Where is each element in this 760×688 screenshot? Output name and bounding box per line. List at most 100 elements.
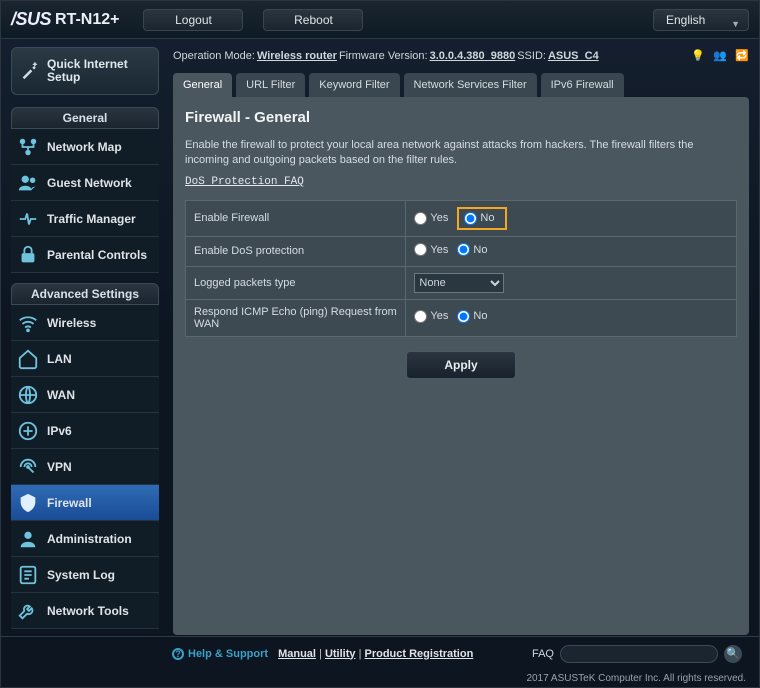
row-label: Enable DoS protection (186, 236, 406, 266)
status-bar: Operation Mode: Wireless router Firmware… (173, 47, 749, 73)
panel: Firewall - General Enable the firewall t… (173, 97, 749, 635)
users-icon[interactable]: 👥 (713, 49, 727, 63)
footer-links: Manual | Utility | Product Registration (278, 648, 473, 660)
traffic-icon (17, 208, 39, 230)
content-area: Operation Mode: Wireless router Firmware… (173, 47, 749, 635)
help-icon: ? (172, 648, 184, 660)
sidebar-item-label: Parental Controls (47, 248, 147, 262)
row-enable-dos: Enable DoS protection Yes No (186, 236, 737, 266)
sidebar-item-guest-network[interactable]: Guest Network (11, 165, 159, 201)
topbar: /SUS RT-N12+ Logout Reboot English (1, 1, 759, 39)
enable-firewall-no-highlight: No (457, 207, 507, 230)
ssid-label: SSID: (517, 50, 546, 62)
sidebar-item-label: Network Map (47, 140, 122, 154)
sidebar-item-label: Network Tools (47, 604, 129, 618)
page-desc: Enable the firewall to protect your loca… (185, 138, 737, 169)
sidebar-head-general: General (11, 107, 159, 129)
quick-internet-setup-button[interactable]: Quick Internet Setup (11, 47, 159, 95)
op-mode-link[interactable]: Wireless router (257, 50, 337, 62)
enable-firewall-no[interactable]: No (464, 212, 494, 225)
sidebar-item-label: Wireless (47, 316, 96, 330)
sidebar-item-wan[interactable]: WAN (11, 377, 159, 413)
faq-label: FAQ (532, 648, 554, 660)
row-label: Respond ICMP Echo (ping) Request from WA… (186, 299, 406, 336)
op-mode-label: Operation Mode: (173, 50, 255, 62)
row-logged-packets: Logged packets type None (186, 266, 737, 299)
sidebar-item-label: WAN (47, 388, 75, 402)
sidebar-item-ipv6[interactable]: IPv6 (11, 413, 159, 449)
reboot-button[interactable]: Reboot (263, 9, 363, 31)
sidebar-item-label: Administration (47, 532, 132, 546)
footer: ? Help & Support Manual | Utility | Prod… (0, 636, 760, 664)
sidebar-item-label: System Log (47, 568, 115, 582)
sidebar-item-label: Traffic Manager (47, 212, 136, 226)
sidebar-item-traffic-manager[interactable]: Traffic Manager (11, 201, 159, 237)
fw-link[interactable]: 3.0.0.4.380_9880 (430, 50, 516, 62)
logged-packets-select[interactable]: None (414, 273, 504, 293)
tab-row: General URL Filter Keyword Filter Networ… (173, 73, 749, 97)
sidebar-item-wireless[interactable]: Wireless (11, 305, 159, 341)
lock-icon (17, 244, 39, 266)
ssid-link[interactable]: ASUS_C4 (548, 50, 599, 62)
fw-label: Firmware Version: (339, 50, 428, 62)
model-name: RT-N12+ (55, 11, 119, 29)
sidebar-item-label: Firewall (47, 496, 92, 510)
bulb-icon[interactable]: 💡 (691, 49, 705, 63)
help-support-link[interactable]: ? Help & Support (172, 648, 268, 660)
shield-icon (17, 492, 39, 514)
row-enable-firewall: Enable Firewall Yes No (186, 200, 737, 236)
language-select[interactable]: English (653, 9, 749, 31)
brand-logo: /SUS (11, 9, 51, 30)
refresh-icon[interactable]: 🔁 (735, 49, 749, 63)
tab-general[interactable]: General (173, 73, 232, 97)
sidebar-head-advanced: Advanced Settings (11, 283, 159, 305)
sidebar-item-label: LAN (47, 352, 72, 366)
enable-firewall-yes[interactable]: Yes (414, 212, 448, 225)
logout-button[interactable]: Logout (143, 9, 243, 31)
wand-icon (20, 59, 41, 83)
sidebar: Quick Internet Setup General Network Map… (11, 47, 159, 635)
vpn-icon (17, 456, 39, 478)
guest-icon (17, 172, 39, 194)
page-title: Firewall - General (185, 109, 737, 126)
row-icmp-echo: Respond ICMP Echo (ping) Request from WA… (186, 299, 737, 336)
product-registration-link[interactable]: Product Registration (365, 648, 474, 660)
icmp-yes[interactable]: Yes (414, 310, 448, 323)
sidebar-item-lan[interactable]: LAN (11, 341, 159, 377)
dos-faq-link[interactable]: DoS Protection FAQ (185, 176, 304, 188)
apply-button[interactable]: Apply (406, 351, 516, 379)
tab-ipv6-firewall[interactable]: IPv6 Firewall (541, 73, 624, 97)
enable-dos-yes[interactable]: Yes (414, 243, 448, 256)
admin-icon (17, 528, 39, 550)
home-icon (17, 348, 39, 370)
sidebar-item-label: VPN (47, 460, 72, 474)
ipv6-icon (17, 420, 39, 442)
sidebar-item-firewall[interactable]: Firewall (11, 485, 159, 521)
sidebar-item-label: Guest Network (47, 176, 132, 190)
sidebar-item-network-tools[interactable]: Network Tools (11, 593, 159, 629)
row-label: Logged packets type (186, 266, 406, 299)
sidebar-item-network-map[interactable]: Network Map (11, 129, 159, 165)
sidebar-item-administration[interactable]: Administration (11, 521, 159, 557)
tools-icon (17, 600, 39, 622)
faq-search-input[interactable] (560, 645, 718, 663)
utility-link[interactable]: Utility (325, 648, 356, 660)
sidebar-item-label: IPv6 (47, 424, 72, 438)
manual-link[interactable]: Manual (278, 648, 316, 660)
globe-icon (17, 384, 39, 406)
sidebar-item-vpn[interactable]: VPN (11, 449, 159, 485)
network-map-icon (17, 136, 39, 158)
row-label: Enable Firewall (186, 200, 406, 236)
sidebar-item-parental-controls[interactable]: Parental Controls (11, 237, 159, 273)
copyright: 2017 ASUSTeK Computer Inc. All rights re… (526, 673, 746, 684)
enable-dos-no[interactable]: No (457, 243, 487, 256)
log-icon (17, 564, 39, 586)
tab-url-filter[interactable]: URL Filter (236, 73, 305, 97)
wifi-icon (17, 312, 39, 334)
tab-network-services-filter[interactable]: Network Services Filter (404, 73, 537, 97)
icmp-no[interactable]: No (457, 310, 487, 323)
tab-keyword-filter[interactable]: Keyword Filter (309, 73, 399, 97)
qis-label: Quick Internet Setup (47, 58, 150, 84)
search-button[interactable]: 🔍 (724, 645, 742, 663)
sidebar-item-system-log[interactable]: System Log (11, 557, 159, 593)
